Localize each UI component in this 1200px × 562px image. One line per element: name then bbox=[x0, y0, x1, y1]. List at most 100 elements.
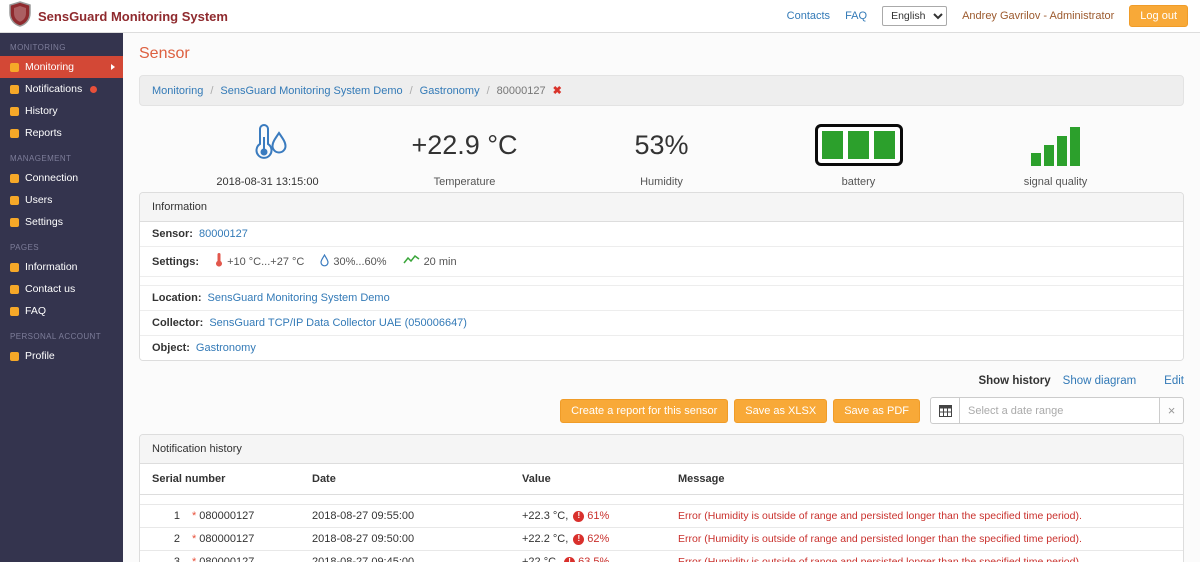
information-panel-title: Information bbox=[140, 193, 1183, 222]
app-logo: SensGuard Monitoring System bbox=[8, 0, 228, 32]
sensor-id-link[interactable]: 80000127 bbox=[199, 228, 248, 240]
sidebar-item-users[interactable]: Users bbox=[0, 189, 123, 211]
app-title: SensGuard Monitoring System bbox=[38, 8, 228, 24]
serial-cell: * 080000127 bbox=[192, 533, 255, 545]
table-row[interactable]: 3 * 080000127 2018-08-27 09:45:00 +22 °C,… bbox=[140, 551, 1183, 562]
breadcrumb-gastronomy[interactable]: Gastronomy bbox=[420, 85, 480, 97]
sidebar-item-label: Notifications bbox=[25, 83, 83, 95]
breadcrumb-demo[interactable]: SensGuard Monitoring System Demo bbox=[220, 85, 402, 97]
value-cell: +22 °C, ! 63.5% bbox=[522, 556, 678, 562]
sidebar-item-faq[interactable]: FAQ bbox=[0, 300, 123, 322]
sidebar-item-label: Profile bbox=[25, 350, 55, 362]
date-cell: 2018-08-27 09:50:00 bbox=[312, 533, 415, 545]
status-battery-column: battery bbox=[760, 120, 957, 188]
folder-icon bbox=[10, 306, 19, 316]
date-cell: 2018-08-27 09:55:00 bbox=[312, 510, 415, 522]
object-link[interactable]: Gastronomy bbox=[196, 342, 256, 354]
alert-icon: ! bbox=[573, 510, 585, 522]
table-row[interactable]: 2 * 080000127 2018-08-27 09:50:00 +22.2 °… bbox=[140, 528, 1183, 551]
humidity-range-setting: 30%...60% bbox=[320, 253, 387, 270]
sidebar-item-notifications[interactable]: Notifications bbox=[0, 78, 123, 100]
value-cell: +22.3 °C, ! 61% bbox=[522, 510, 610, 522]
notification-history-title: Notification history bbox=[140, 435, 1183, 464]
sidebar-item-history[interactable]: History bbox=[0, 100, 123, 122]
column-value: Value bbox=[522, 473, 551, 485]
value-cell: +22.2 °C, ! 62% bbox=[522, 533, 610, 545]
message-cell: Error (Humidity is outside of range and … bbox=[678, 533, 1082, 545]
date-range-picker: × bbox=[930, 397, 1184, 424]
sidebar-section-personal-account: PERSONAL ACCOUNT bbox=[10, 332, 102, 341]
show-history-toggle[interactable]: Show history bbox=[978, 375, 1050, 387]
temperature-range-setting: +10 °C...+27 °C bbox=[215, 253, 304, 270]
breadcrumb-separator: / bbox=[409, 84, 413, 97]
status-humidity-column: 53% Humidity bbox=[563, 120, 760, 188]
droplet-icon bbox=[320, 253, 329, 270]
object-label: Object: bbox=[152, 342, 190, 354]
serial-cell: * 080000127 bbox=[192, 510, 255, 522]
folder-icon bbox=[10, 84, 19, 94]
settings-label: Settings: bbox=[152, 255, 200, 268]
folder-icon bbox=[10, 195, 19, 205]
breadcrumb-monitoring[interactable]: Monitoring bbox=[152, 85, 203, 97]
sidebar-item-connection[interactable]: Connection bbox=[0, 167, 123, 189]
interval-setting: 20 min bbox=[402, 254, 457, 269]
create-report-button[interactable]: Create a report for this sensor bbox=[560, 398, 729, 423]
clear-date-icon[interactable]: × bbox=[1160, 397, 1184, 424]
temperature-value: +22.9 °C bbox=[411, 130, 518, 160]
alert-icon: ! bbox=[573, 533, 585, 545]
date-cell: 2018-08-27 09:45:00 bbox=[312, 556, 415, 562]
signal-label: signal quality bbox=[1023, 176, 1088, 188]
faq-link[interactable]: FAQ bbox=[845, 10, 867, 22]
signal-quality-icon bbox=[1031, 124, 1080, 166]
save-xlsx-button[interactable]: Save as XLSX bbox=[734, 398, 828, 423]
edit-link[interactable]: Edit bbox=[1164, 375, 1184, 387]
sensor-status-row: 2018-08-31 13:15:00 +22.9 °C Temperature… bbox=[139, 106, 1184, 192]
sidebar-item-label: History bbox=[25, 105, 58, 117]
sidebar-section-monitoring: MONITORING bbox=[10, 43, 66, 52]
location-label: Location: bbox=[152, 292, 202, 304]
status-temperature-column: +22.9 °C Temperature bbox=[366, 120, 563, 188]
page-title: Sensor bbox=[139, 45, 190, 62]
location-link[interactable]: SensGuard Monitoring System Demo bbox=[208, 292, 390, 304]
object-row: Object: Gastronomy bbox=[140, 336, 1183, 360]
table-scroll-area[interactable]: 1 * 080000127 2018-08-27 09:55:00 +22.3 °… bbox=[140, 495, 1183, 562]
logout-button[interactable]: Log out bbox=[1129, 5, 1188, 27]
calendar-icon-button[interactable] bbox=[930, 397, 960, 424]
sidebar-item-contact-us[interactable]: Contact us bbox=[0, 278, 123, 300]
battery-indicator bbox=[814, 124, 903, 166]
row-number: 2 bbox=[173, 533, 180, 545]
sidebar-item-information[interactable]: Information bbox=[0, 256, 123, 278]
breadcrumb-close-icon[interactable]: ✖ bbox=[553, 84, 562, 97]
table-header: Serial number Date Value Message bbox=[140, 464, 1183, 495]
save-pdf-button[interactable]: Save as PDF bbox=[833, 398, 920, 423]
sidebar-section-pages: PAGES bbox=[10, 243, 39, 252]
sidebar-item-settings[interactable]: Settings bbox=[0, 211, 123, 233]
row-number: 1 bbox=[173, 510, 180, 522]
location-row: Location: SensGuard Monitoring System De… bbox=[140, 286, 1183, 311]
column-date: Date bbox=[312, 473, 336, 485]
folder-icon bbox=[10, 106, 19, 116]
battery-label: battery bbox=[841, 176, 876, 188]
contacts-link[interactable]: Contacts bbox=[787, 10, 830, 22]
serial-cell: * 080000127 bbox=[192, 556, 312, 562]
breadcrumb: Monitoring / SensGuard Monitoring System… bbox=[139, 75, 1184, 106]
top-bar: SensGuard Monitoring System Contacts FAQ… bbox=[0, 0, 1200, 33]
sidebar-item-label: Connection bbox=[25, 172, 79, 184]
message-cell: Error (Humidity is outside of range and … bbox=[678, 556, 1082, 562]
sidebar-item-label: Contact us bbox=[25, 283, 76, 295]
collector-link[interactable]: SensGuard TCP/IP Data Collector UAE (050… bbox=[209, 317, 467, 329]
sidebar-item-monitoring[interactable]: Monitoring bbox=[0, 56, 123, 78]
sidebar-item-reports[interactable]: Reports bbox=[0, 122, 123, 144]
sensor-label: Sensor: bbox=[152, 228, 193, 240]
humidity-value: 53% bbox=[634, 130, 689, 160]
status-signal-column: signal quality bbox=[957, 120, 1154, 188]
folder-icon bbox=[10, 351, 19, 361]
notification-badge bbox=[90, 85, 98, 93]
date-range-input[interactable] bbox=[960, 397, 1160, 424]
language-select[interactable]: English bbox=[882, 6, 948, 26]
table-row[interactable]: 1 * 080000127 2018-08-27 09:55:00 +22.3 °… bbox=[140, 504, 1183, 528]
show-diagram-link[interactable]: Show diagram bbox=[1063, 375, 1137, 387]
user-name[interactable]: Andrey Gavrilov - Administrator bbox=[962, 10, 1114, 22]
sidebar-item-profile[interactable]: Profile bbox=[0, 345, 123, 367]
graph-line-icon bbox=[402, 254, 420, 269]
